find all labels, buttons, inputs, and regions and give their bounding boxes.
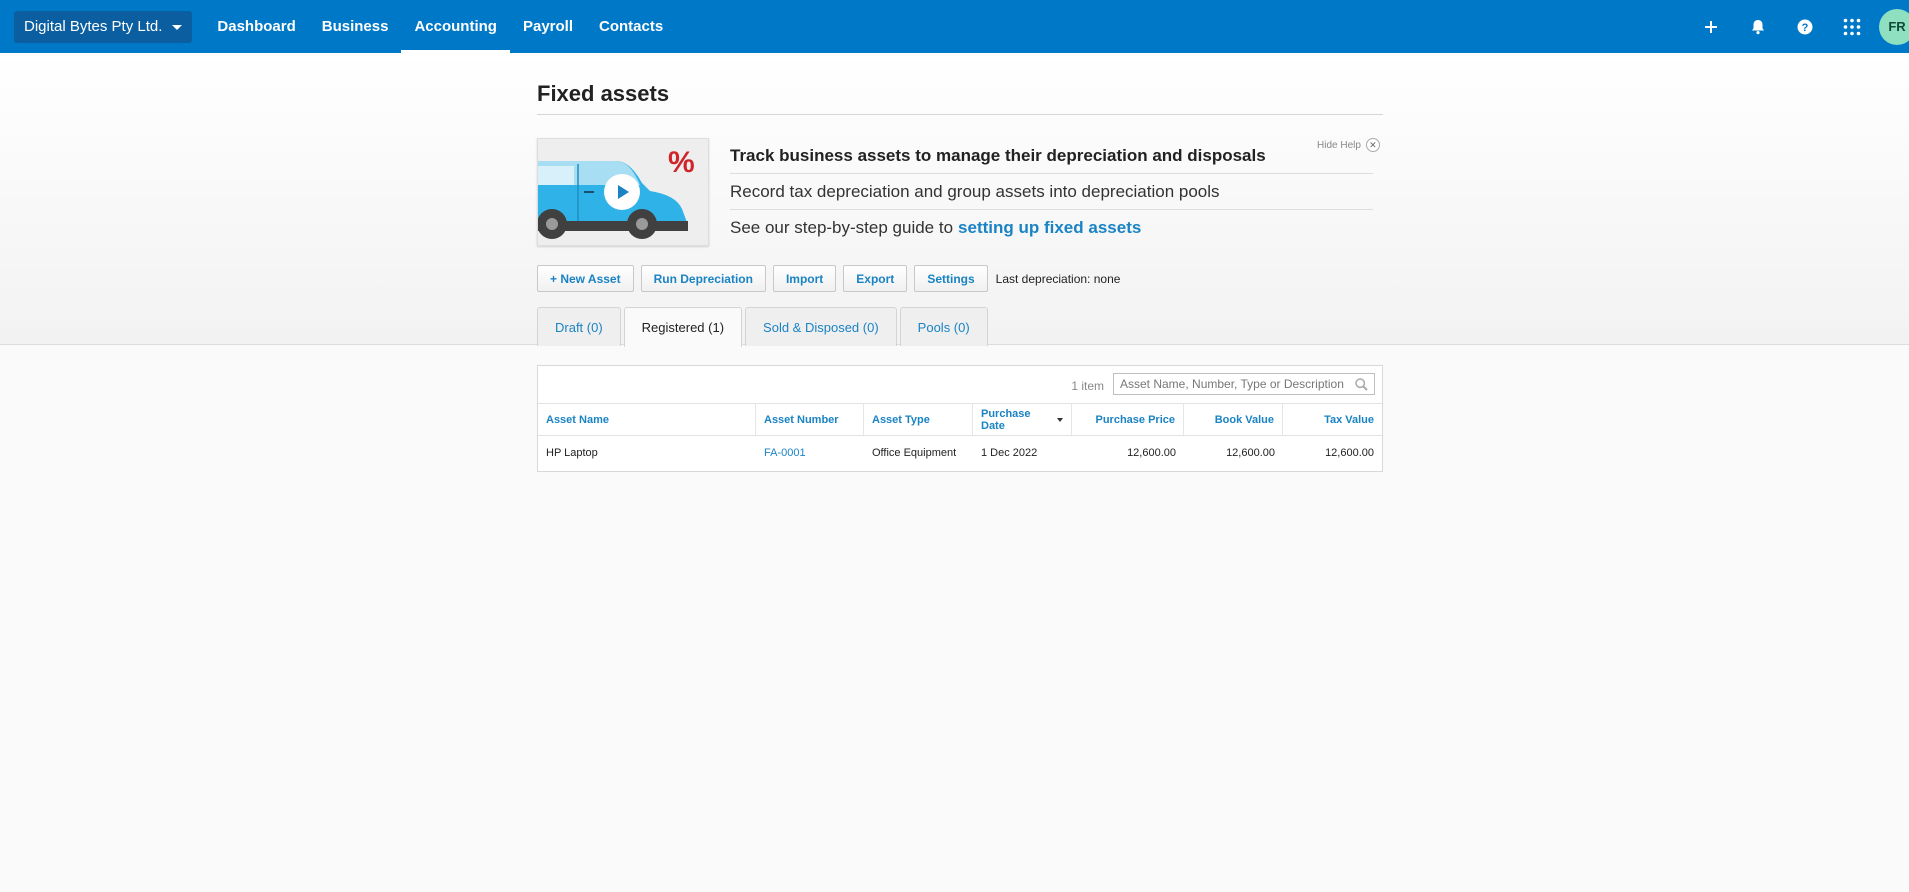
assets-table-panel: 1 item Asset Name Asset Number Asset Typ… [537,365,1383,472]
help-guide-text: See our step-by-step guide to [730,218,954,237]
item-count: 1 item [1071,379,1104,393]
column-asset-number[interactable]: Asset Number [756,404,864,435]
setting-up-fixed-assets-link[interactable]: setting up fixed assets [958,218,1141,238]
column-asset-name[interactable]: Asset Name [538,404,756,435]
asset-search-input[interactable] [1120,377,1355,391]
export-button[interactable]: Export [843,265,908,292]
asset-search-box[interactable] [1113,373,1375,395]
hide-help-button[interactable]: Hide Help ✕ [1317,138,1380,152]
tab-pools[interactable]: Pools (0) [899,307,988,346]
percent-badge: % [668,146,695,179]
car-illustration-icon: % [538,139,708,245]
column-asset-type[interactable]: Asset Type [864,404,973,435]
nav-business[interactable]: Business [309,0,402,53]
title-divider [537,114,1383,115]
main-nav: Dashboard Business Accounting Payroll Co… [204,0,676,53]
tab-sold-disposed[interactable]: Sold & Disposed (0) [745,307,897,346]
import-button[interactable]: Import [772,265,837,292]
organisation-switcher[interactable]: Digital Bytes Pty Ltd. [14,10,193,43]
user-avatar[interactable]: FR [1879,8,1909,45]
column-purchase-date-label: Purchase Date [981,407,1031,432]
settings-button[interactable]: Settings [914,265,988,292]
page-title: Fixed assets [537,81,670,106]
sort-descending-icon [1057,417,1063,422]
cell-book-value: 12,600.00 [1226,446,1275,459]
nav-payroll[interactable]: Payroll [510,0,586,53]
nav-dashboard[interactable]: Dashboard [204,0,308,53]
hide-help-label: Hide Help [1317,139,1361,151]
svg-text:?: ? [1801,22,1808,34]
cell-purchase-price: 12,600.00 [1127,446,1176,459]
last-depreciation-status: Last depreciation: none [995,271,1121,286]
organisation-name: Digital Bytes Pty Ltd. [24,18,163,35]
run-depreciation-button[interactable]: Run Depreciation [640,265,766,292]
cell-tax-value: 12,600.00 [1325,446,1374,459]
search-icon[interactable] [1355,377,1368,391]
help-icon[interactable]: ? [1781,0,1828,53]
top-right-actions: ? FR [1687,0,1909,53]
chevron-down-icon [172,25,183,30]
column-purchase-price[interactable]: Purchase Price [1072,404,1184,435]
plus-icon[interactable] [1687,0,1734,53]
new-asset-button[interactable]: + New Asset [537,265,634,292]
asset-status-tabs: Draft (0) Registered (1) Sold & Disposed… [537,307,988,347]
cell-asset-type: Office Equipment [872,446,957,459]
table-row[interactable]: HP Laptop FA-0001 Office Equipment 1 Dec… [538,436,1382,469]
cell-purchase-date: 1 Dec 2022 [981,446,1038,459]
tab-registered[interactable]: Registered (1) [623,307,743,347]
column-purchase-date[interactable]: Purchase Date [973,404,1072,435]
nav-accounting[interactable]: Accounting [401,0,510,53]
help-line-guide: See our step-by-step guide to setting up… [730,210,1373,246]
nav-contacts[interactable]: Contacts [586,0,676,53]
bell-icon[interactable] [1734,0,1781,53]
table-controls: 1 item [538,366,1382,404]
column-tax-value[interactable]: Tax Value [1283,404,1382,435]
table-header-row: Asset Name Asset Number Asset Type Purch… [538,404,1382,436]
cell-asset-name: HP Laptop [546,446,598,459]
close-icon[interactable]: ✕ [1365,138,1380,152]
asset-number-link[interactable]: FA-0001 [764,447,806,459]
cell-asset-number: FA-0001 [756,436,864,469]
help-line-title: Track business assets to manage their de… [730,138,1373,174]
apps-grid-icon[interactable] [1828,0,1875,53]
column-book-value[interactable]: Book Value [1184,404,1283,435]
tab-draft[interactable]: Draft (0) [537,307,621,346]
help-video-thumbnail[interactable]: % [537,138,709,246]
help-panel: Track business assets to manage their de… [730,138,1373,246]
asset-toolbar: + New Asset Run Depreciation Import Expo… [537,265,1120,292]
top-navigation-bar: Digital Bytes Pty Ltd. Dashboard Busines… [0,0,1909,53]
help-line-depreciation: Record tax depreciation and group assets… [730,174,1373,210]
